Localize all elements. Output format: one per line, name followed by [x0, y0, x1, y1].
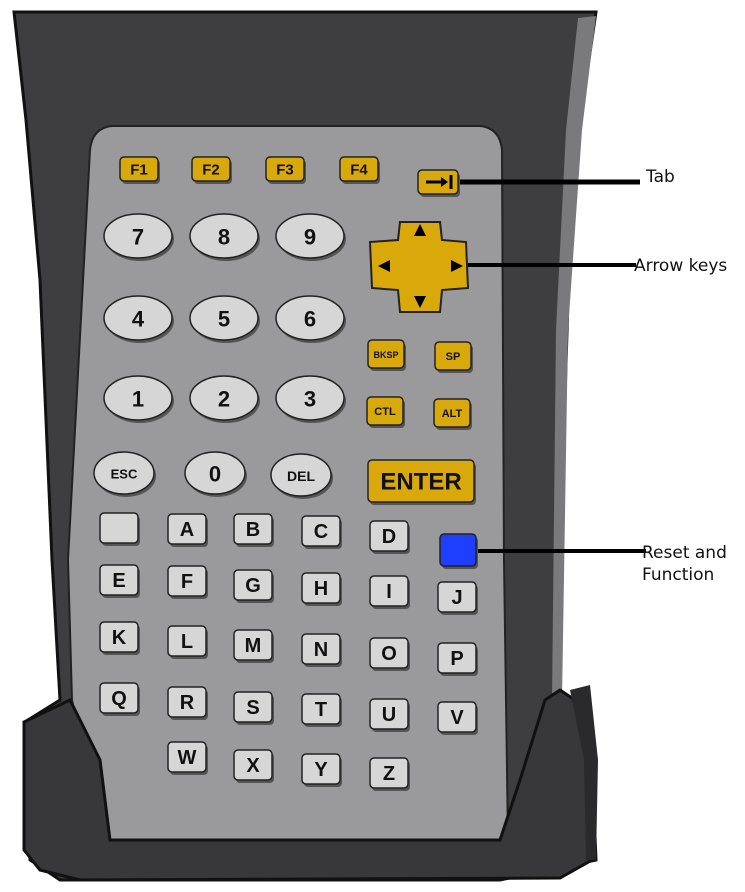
key-function-blue[interactable]: [439, 533, 478, 569]
reset-callout-line1: Reset and: [642, 543, 727, 563]
key-label: N: [314, 639, 328, 661]
key-label: I: [386, 581, 392, 603]
key-x[interactable]: X: [233, 749, 274, 783]
key-label: 5: [218, 307, 230, 332]
key-label: 3: [304, 387, 316, 412]
key-f1[interactable]: F1: [119, 156, 160, 184]
key-label: F: [181, 571, 193, 593]
reset-function-callout-label: Reset and Function: [642, 542, 727, 586]
key-label: 2: [218, 387, 230, 412]
key-label: F3: [276, 162, 294, 179]
key-q[interactable]: Q: [99, 682, 140, 716]
key-label: V: [450, 707, 464, 729]
key-label: F1: [130, 162, 148, 179]
key-ctl[interactable]: CTL: [366, 396, 405, 428]
key-label: C: [314, 521, 328, 543]
key-o[interactable]: O: [369, 637, 410, 671]
key-label: ENTER: [380, 469, 461, 496]
key-f3[interactable]: F3: [265, 156, 306, 184]
key-v[interactable]: V: [437, 701, 478, 735]
key-label: U: [382, 704, 396, 726]
key-label: F4: [350, 162, 368, 179]
key-label: P: [450, 648, 463, 670]
reset-callout-line2: Function: [642, 565, 715, 585]
key-cap: [439, 533, 477, 567]
key-label: B: [246, 519, 260, 541]
key-e[interactable]: E: [99, 564, 140, 598]
key-f[interactable]: F: [167, 565, 208, 599]
key-l[interactable]: L: [167, 625, 208, 659]
key-label: E: [112, 570, 125, 592]
key-u[interactable]: U: [369, 698, 410, 732]
key-alt[interactable]: ALT: [433, 398, 472, 430]
key-cap: [99, 512, 139, 544]
keypad-diagram: F1 F2 F3 F47 8 94 5 61 2 3ESC 0 DELBKSP SPCTL ALTENTE…: [12, 10, 646, 882]
key-w[interactable]: W: [167, 741, 208, 775]
key-label: F2: [202, 162, 220, 179]
key-label: 9: [304, 225, 316, 250]
key-label: ESC: [111, 467, 138, 482]
key-blank[interactable]: [99, 512, 140, 546]
key-label: L: [181, 631, 193, 653]
key-label: 1: [132, 387, 144, 412]
key-p[interactable]: P: [437, 642, 478, 676]
key-label: X: [246, 755, 260, 777]
key-k[interactable]: K: [99, 621, 140, 655]
key-label: BKSP: [373, 350, 398, 360]
key-label: CTL: [374, 406, 396, 418]
key-b[interactable]: B: [233, 513, 274, 547]
key-label: Q: [111, 688, 127, 710]
key-i[interactable]: I: [369, 575, 410, 609]
key-label: S: [246, 697, 259, 719]
key-t[interactable]: T: [301, 693, 342, 727]
key-label: W: [178, 747, 197, 769]
key-label: T: [315, 699, 327, 721]
key-label: ALT: [442, 408, 463, 420]
key-enter[interactable]: ENTER: [367, 459, 476, 505]
key-tab[interactable]: [417, 169, 460, 197]
key-label: O: [381, 643, 397, 665]
key-label: K: [112, 627, 127, 649]
key-r[interactable]: R: [167, 686, 208, 720]
key-d[interactable]: D: [369, 520, 410, 554]
key-label: 7: [132, 225, 144, 250]
key-label: 6: [304, 307, 316, 332]
key-sp[interactable]: SP: [434, 341, 473, 373]
key-label: 0: [209, 462, 221, 487]
key-n[interactable]: N: [301, 633, 342, 667]
tab-callout-label: Tab: [646, 167, 675, 187]
key-g[interactable]: G: [233, 569, 274, 603]
key-label: 4: [132, 307, 145, 332]
arrow-keys-callout-label: Arrow keys: [634, 256, 728, 276]
key-label: D: [382, 526, 396, 548]
key-label: Y: [314, 759, 328, 781]
key-f4[interactable]: F4: [339, 156, 380, 184]
key-s[interactable]: S: [233, 691, 274, 725]
key-label: R: [180, 692, 195, 714]
key-label: J: [451, 587, 462, 609]
key-m[interactable]: M: [233, 629, 274, 663]
key-label: DEL: [287, 468, 315, 484]
key-label: G: [245, 575, 261, 597]
key-label: A: [180, 519, 194, 541]
key-label: H: [314, 578, 328, 600]
key-label: M: [245, 635, 262, 657]
key-f2[interactable]: F2: [191, 156, 232, 184]
key-bksp[interactable]: BKSP: [367, 339, 406, 371]
key-label: 8: [218, 225, 230, 250]
key-a[interactable]: A: [167, 513, 208, 547]
key-j[interactable]: J: [437, 581, 478, 615]
key-c[interactable]: C: [301, 515, 342, 549]
key-label: SP: [446, 351, 461, 363]
key-z[interactable]: Z: [369, 757, 410, 791]
key-label: Z: [383, 763, 395, 785]
key-y[interactable]: Y: [301, 753, 342, 787]
key-h[interactable]: H: [301, 572, 342, 606]
